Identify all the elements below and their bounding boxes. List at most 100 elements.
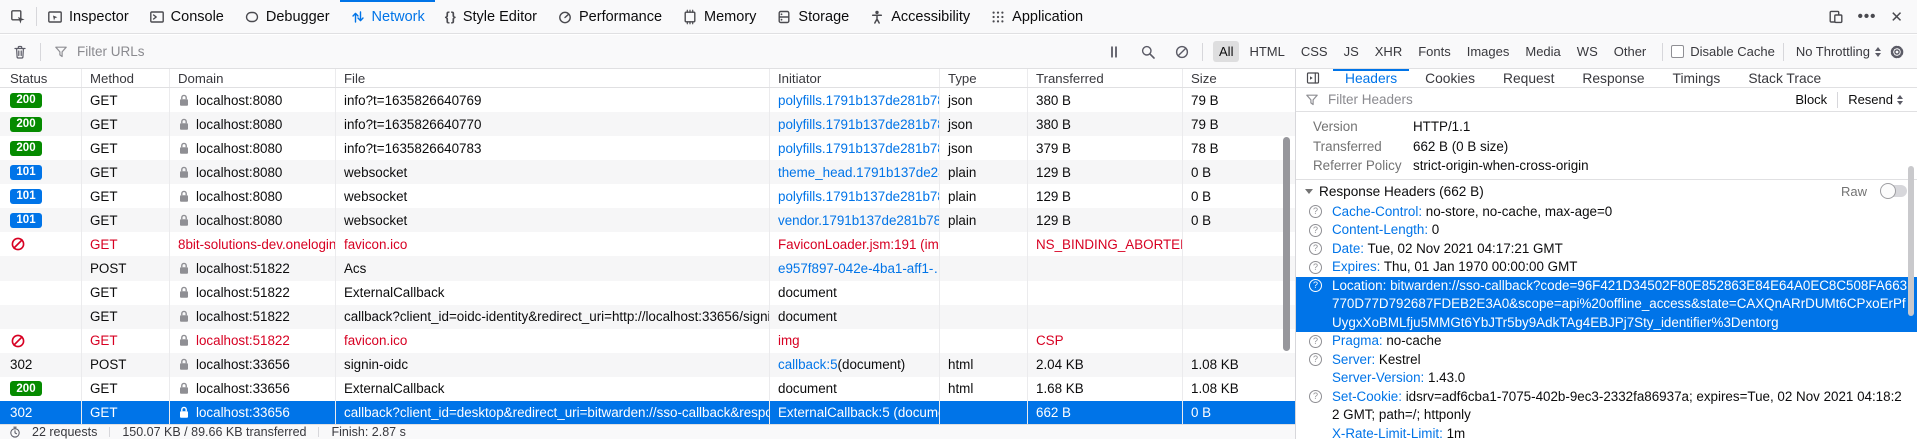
filter-urls-input[interactable]: Filter URLs xyxy=(77,44,145,59)
panel-tab-headers[interactable]: Headers xyxy=(1331,69,1411,87)
gear-icon[interactable] xyxy=(1885,44,1909,60)
header-name[interactable]: Location: xyxy=(1332,278,1390,293)
node-picker-icon[interactable] xyxy=(0,0,36,33)
table-row[interactable]: 101GETlocalhost:8080websocketpolyfills.1… xyxy=(0,184,1295,208)
toolbox-tab-storage[interactable]: Storage xyxy=(766,0,859,33)
column-header-status[interactable]: Status xyxy=(0,69,82,87)
header-name[interactable]: Cache-Control: xyxy=(1332,204,1426,219)
response-header-row[interactable]: ?Pragma: no-cache xyxy=(1296,332,1917,351)
response-header-row[interactable]: Server-Version: 1.43.0 xyxy=(1296,369,1917,388)
sidebar-toggle-icon[interactable] xyxy=(1305,70,1321,86)
resend-button[interactable]: Resend xyxy=(1840,92,1911,107)
toolbox-tab-accessibility[interactable]: Accessibility xyxy=(859,0,980,33)
header-name[interactable]: Set-Cookie: xyxy=(1332,389,1406,404)
column-header-domain[interactable]: Domain xyxy=(170,69,336,87)
response-header-row[interactable]: ?Cache-Control: no-store, no-cache, max-… xyxy=(1296,203,1917,222)
column-header-file[interactable]: File xyxy=(336,69,770,87)
header-name[interactable]: Expires: xyxy=(1332,259,1384,274)
table-row[interactable]: GETlocalhost:51822callback?client_id=oid… xyxy=(0,305,1295,329)
filter-headers-input[interactable]: Filter Headers xyxy=(1328,92,1413,107)
panel-tab-request[interactable]: Request xyxy=(1489,69,1568,87)
toolbox-tab-memory[interactable]: Memory xyxy=(672,0,766,33)
help-icon[interactable]: ? xyxy=(1309,335,1322,348)
help-icon[interactable]: ? xyxy=(1309,205,1322,218)
table-row[interactable]: 302POSTlocalhost:33656signin-oidccallbac… xyxy=(0,353,1295,377)
table-row[interactable]: 200GETlocalhost:33656ExternalCallbackdoc… xyxy=(0,377,1295,401)
initiator-link[interactable]: e957f897-042e-4ba1-aff1-… xyxy=(778,261,940,276)
disable-cache-control[interactable]: Disable Cache xyxy=(1671,44,1775,59)
toolbox-tab-debugger[interactable]: Debugger xyxy=(234,0,340,33)
initiator-link[interactable]: polyfills.1791b137de281b787… xyxy=(778,93,940,108)
throttling-dropdown[interactable]: No Throttling xyxy=(1792,44,1885,59)
table-row[interactable]: GETlocalhost:51822ExternalCallbackdocume… xyxy=(0,281,1295,305)
column-header-method[interactable]: Method xyxy=(82,69,170,87)
response-header-row[interactable]: X-Rate-Limit-Limit: 1m xyxy=(1296,425,1917,439)
column-header-initiator[interactable]: Initiator xyxy=(770,69,940,87)
table-row[interactable]: 200GETlocalhost:8080info?t=1635826640769… xyxy=(0,88,1295,112)
help-icon[interactable]: ? xyxy=(1309,224,1322,237)
table-row[interactable]: 200GETlocalhost:8080info?t=1635826640783… xyxy=(0,136,1295,160)
toolbox-tab-style-editor[interactable]: {}Style Editor xyxy=(435,0,547,33)
table-row[interactable]: POSTlocalhost:51822Acse957f897-042e-4ba1… xyxy=(0,256,1295,280)
meatball-menu-icon[interactable]: ••• xyxy=(1858,8,1877,25)
panel-tab-response[interactable]: Response xyxy=(1568,69,1658,87)
table-row[interactable]: 101GETlocalhost:8080websockettheme_head.… xyxy=(0,160,1295,184)
filter-pill-js[interactable]: JS xyxy=(1338,41,1365,62)
response-headers-section-header[interactable]: Response Headers (662 B) Raw xyxy=(1296,179,1917,203)
response-header-row[interactable]: ?Server: Kestrel xyxy=(1296,351,1917,370)
initiator-link[interactable]: polyfills.1791b137de281b787… xyxy=(778,117,940,132)
toolbox-tab-application[interactable]: Application xyxy=(980,0,1093,33)
help-icon[interactable]: ? xyxy=(1309,261,1322,274)
raw-toggle[interactable] xyxy=(1881,185,1907,197)
toolbox-tab-inspector[interactable]: Inspector xyxy=(37,0,139,33)
response-header-row[interactable]: ?Location: bitwarden://sso-callback?code… xyxy=(1296,277,1917,333)
header-name[interactable]: Server-Version: xyxy=(1332,370,1428,385)
pause-icon[interactable] xyxy=(1102,44,1126,60)
response-header-row[interactable]: ?Expires: Thu, 01 Jan 1970 00:00:00 GMT xyxy=(1296,258,1917,277)
help-icon[interactable]: ? xyxy=(1309,242,1322,255)
toolbox-tab-network[interactable]: Network xyxy=(340,0,435,33)
help-icon[interactable]: ? xyxy=(1309,279,1322,292)
panel-tab-stack-trace[interactable]: Stack Trace xyxy=(1734,69,1835,87)
response-header-row[interactable]: ?Date: Tue, 02 Nov 2021 04:17:21 GMT xyxy=(1296,240,1917,259)
response-header-row[interactable]: ?Content-Length: 0 xyxy=(1296,221,1917,240)
help-icon[interactable]: ? xyxy=(1309,353,1322,366)
filter-pill-images[interactable]: Images xyxy=(1461,41,1516,62)
filter-pill-media[interactable]: Media xyxy=(1519,41,1566,62)
filter-pill-other[interactable]: Other xyxy=(1608,41,1653,62)
panel-scrollbar-thumb[interactable] xyxy=(1908,166,1914,316)
panel-tab-timings[interactable]: Timings xyxy=(1659,69,1735,87)
table-row[interactable]: 101GETlocalhost:8080websocketvendor.1791… xyxy=(0,208,1295,232)
initiator-link[interactable]: theme_head.1791b137de281… xyxy=(778,165,940,180)
header-name[interactable]: X-Rate-Limit-Limit: xyxy=(1332,426,1447,439)
close-icon[interactable]: ✕ xyxy=(1890,8,1903,26)
table-row[interactable]: GETlocalhost:51822favicon.icoimgCSP xyxy=(0,329,1295,353)
initiator-link[interactable]: callback:5 xyxy=(778,357,838,372)
response-header-row[interactable]: ?Set-Cookie: idsrv=adf6cba1-7075-402b-9e… xyxy=(1296,388,1917,425)
table-scrollbar-thumb[interactable] xyxy=(1283,137,1290,351)
table-row[interactable]: GET8bit-solutions-dev.onelogin.…favicon.… xyxy=(0,232,1295,256)
panel-tab-cookies[interactable]: Cookies xyxy=(1411,69,1489,87)
header-name[interactable]: Pragma: xyxy=(1332,333,1386,348)
table-row[interactable]: 200GETlocalhost:8080info?t=1635826640770… xyxy=(0,112,1295,136)
search-icon[interactable] xyxy=(1136,44,1160,60)
filter-pill-html[interactable]: HTML xyxy=(1243,41,1290,62)
block-icon[interactable] xyxy=(1170,44,1194,60)
table-row[interactable]: 302GETlocalhost:33656callback?client_id=… xyxy=(0,401,1295,425)
filter-pill-css[interactable]: CSS xyxy=(1295,41,1334,62)
toolbox-tab-console[interactable]: Console xyxy=(139,0,234,33)
header-name[interactable]: Server: xyxy=(1332,352,1379,367)
filter-pill-xhr[interactable]: XHR xyxy=(1369,41,1408,62)
initiator-link[interactable]: polyfills.1791b137de281b787… xyxy=(778,141,940,156)
initiator-link[interactable]: polyfills.1791b137de281b787… xyxy=(778,189,940,204)
help-icon[interactable]: ? xyxy=(1309,390,1322,403)
responsive-design-icon[interactable] xyxy=(1828,9,1844,25)
header-name[interactable]: Content-Length: xyxy=(1332,222,1432,237)
column-header-type[interactable]: Type xyxy=(940,69,1028,87)
filter-pill-ws[interactable]: WS xyxy=(1571,41,1604,62)
trash-icon[interactable] xyxy=(8,44,32,60)
filter-pill-fonts[interactable]: Fonts xyxy=(1412,41,1457,62)
column-header-size[interactable]: Size xyxy=(1183,69,1295,87)
initiator-link[interactable]: vendor.1791b137de281b787… xyxy=(778,213,940,228)
block-button[interactable]: Block xyxy=(1787,92,1835,107)
